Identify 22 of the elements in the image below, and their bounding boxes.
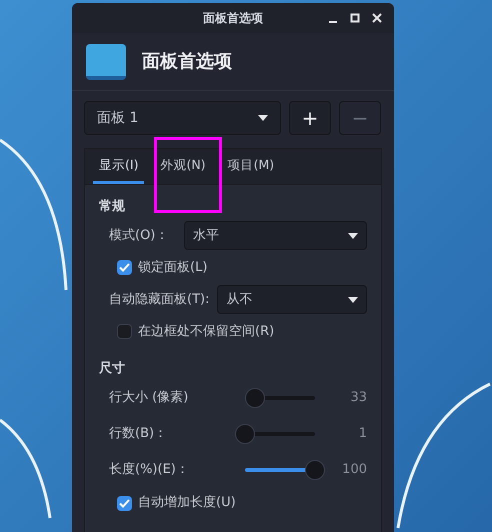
- tab[interactable]: 外观(N): [154, 149, 212, 184]
- field-label: 模式(O)：: [109, 226, 168, 245]
- dialog-heading: 面板首选项: [142, 50, 232, 74]
- combo-box[interactable]: 从不: [217, 285, 367, 314]
- slider-value: 33: [349, 389, 367, 408]
- slider-label: 长度(%)(E)：: [109, 461, 190, 480]
- slider-value: 100: [341, 461, 367, 480]
- field-label: 自动隐藏面板(T):: [109, 290, 210, 309]
- slider-label: 行大小 (像素): [109, 389, 190, 408]
- window-title: 面板首选项: [203, 10, 263, 27]
- slider-value: 1: [358, 425, 367, 444]
- combo-box[interactable]: 水平: [184, 221, 367, 250]
- checkbox-label: 锁定面板(L): [138, 258, 208, 277]
- checkbox-label: 在边框处不保留空间(R): [138, 322, 274, 341]
- panel-dropdown[interactable]: 面板 1: [84, 101, 281, 135]
- add-panel-button[interactable]: +: [289, 101, 331, 135]
- slider-label: 行数(B)：: [109, 425, 168, 444]
- tab[interactable]: 项目(M): [222, 149, 280, 184]
- tab[interactable]: 显示(I): [93, 149, 144, 184]
- section-heading: 尺寸: [99, 360, 126, 378]
- section-heading: 常规: [99, 198, 126, 216]
- checkbox-label: 自动增加长度(U): [138, 494, 236, 512]
